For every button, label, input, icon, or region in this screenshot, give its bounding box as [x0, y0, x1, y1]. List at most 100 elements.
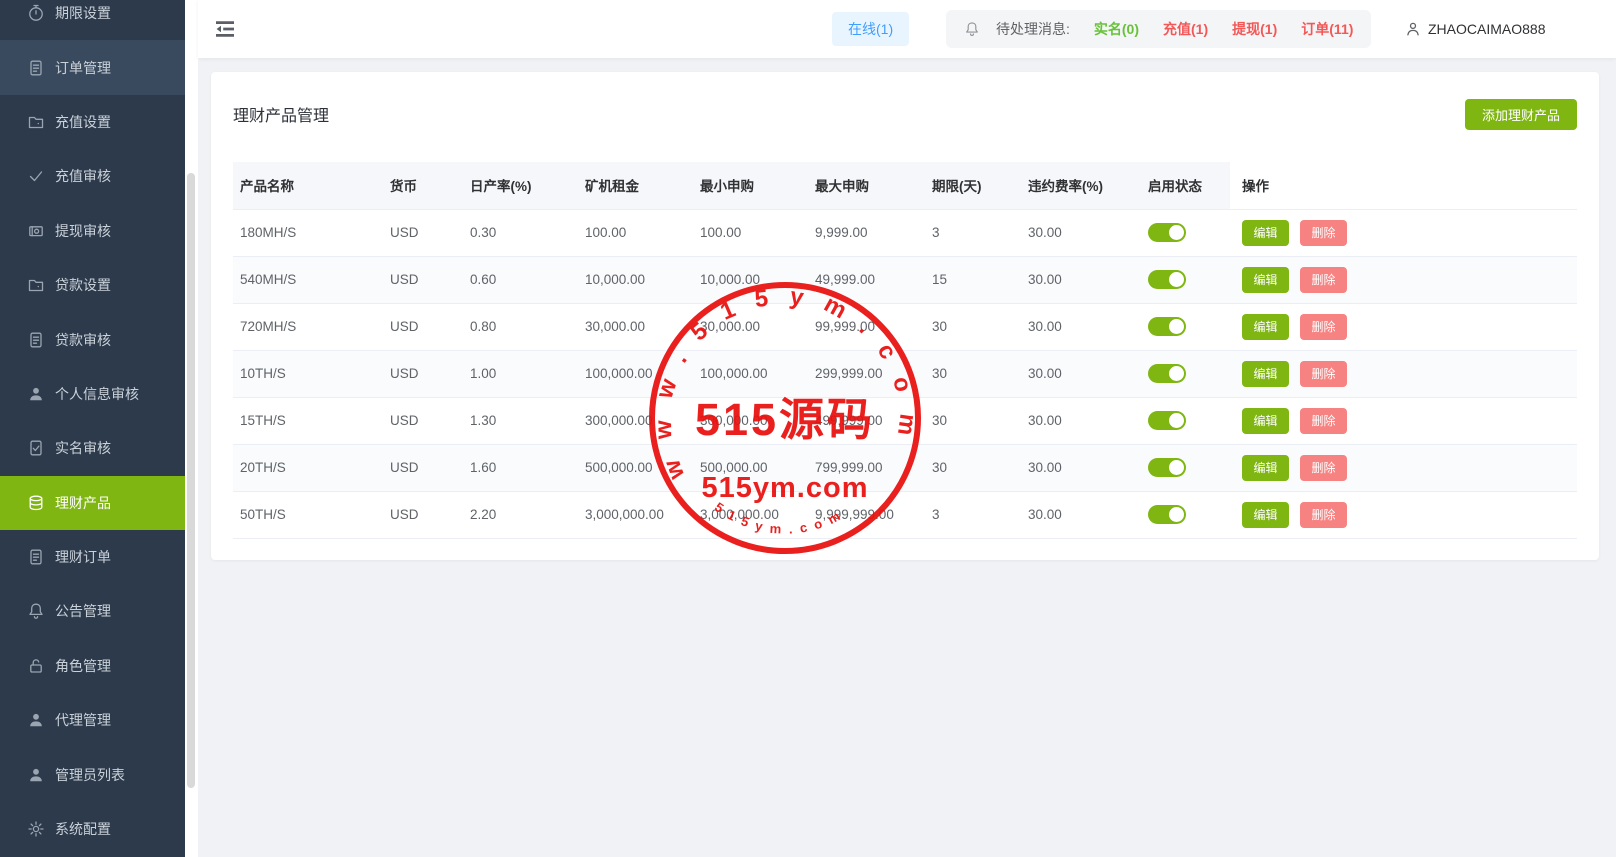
- sidebar-item-label: 期限设置: [55, 3, 111, 23]
- cell-max: 299,999.00: [815, 350, 932, 397]
- document-icon: [27, 331, 45, 349]
- cell-max: 499,999.00: [815, 397, 932, 444]
- cell-days: 30: [932, 350, 1028, 397]
- cell-days: 30: [932, 397, 1028, 444]
- cell-currency: USD: [390, 209, 470, 256]
- toggle-knob: [1169, 319, 1184, 334]
- column-header: 货币: [390, 162, 470, 209]
- sidebar-item[interactable]: 贷款审核: [0, 312, 185, 366]
- enable-toggle[interactable]: [1148, 458, 1186, 477]
- cell-rent: 3,000,000.00: [585, 491, 700, 538]
- sidebar-item-label: 代理管理: [55, 710, 111, 730]
- cell-max: 799,999.00: [815, 444, 932, 491]
- sidebar-item[interactable]: 充值审核: [0, 149, 185, 203]
- pending-item[interactable]: 实名(0): [1094, 19, 1139, 39]
- edit-button[interactable]: 编辑: [1242, 220, 1289, 246]
- cell-penalty: 30.00: [1028, 444, 1148, 491]
- cell-days: 30: [932, 444, 1028, 491]
- cell-penalty: 30.00: [1028, 491, 1148, 538]
- cell-status: [1148, 491, 1230, 538]
- check-icon: [27, 167, 45, 185]
- sidebar-item-label: 系统配置: [55, 819, 111, 839]
- cell-currency: USD: [390, 397, 470, 444]
- enable-toggle[interactable]: [1148, 364, 1186, 383]
- cell-actions: 编辑删除: [1230, 491, 1577, 538]
- sidebar-item[interactable]: 充值设置: [0, 95, 185, 149]
- sidebar-item[interactable]: 贷款设置: [0, 258, 185, 312]
- cell-min: 100.00: [700, 209, 815, 256]
- edit-button[interactable]: 编辑: [1242, 267, 1289, 293]
- document-check-icon: [27, 439, 45, 457]
- column-header: 最大申购: [815, 162, 932, 209]
- table-header-row: 产品名称货币日产率(%)矿机租金最小申购最大申购期限(天)违约费率(%)启用状态…: [233, 162, 1577, 209]
- pending-item[interactable]: 提现(1): [1232, 19, 1277, 39]
- cell-daily_rate: 1.60: [470, 444, 585, 491]
- toggle-knob: [1169, 225, 1184, 240]
- cell-actions: 编辑删除: [1230, 444, 1577, 491]
- table-row: 10TH/SUSD1.00100,000.00100,000.00299,999…: [233, 350, 1577, 397]
- sidebar-item[interactable]: 个人信息审核: [0, 367, 185, 421]
- cell-name: 10TH/S: [233, 350, 390, 397]
- enable-toggle[interactable]: [1148, 223, 1186, 242]
- sidebar-item[interactable]: 订单管理: [0, 40, 185, 94]
- cell-currency: USD: [390, 444, 470, 491]
- sidebar-item[interactable]: 期限设置: [0, 0, 185, 40]
- database-icon: [27, 494, 45, 512]
- sidebar-item-label: 理财订单: [55, 547, 111, 567]
- column-header: 启用状态: [1148, 162, 1230, 209]
- enable-toggle[interactable]: [1148, 317, 1186, 336]
- cell-actions: 编辑删除: [1230, 209, 1577, 256]
- sidebar-item[interactable]: 理财产品: [0, 476, 185, 530]
- column-header: 期限(天): [932, 162, 1028, 209]
- cell-daily_rate: 2.20: [470, 491, 585, 538]
- delete-button[interactable]: 删除: [1300, 502, 1347, 528]
- user-menu[interactable]: ZHAOCAIMAO888: [1405, 0, 1545, 58]
- cell-days: 3: [932, 209, 1028, 256]
- delete-button[interactable]: 删除: [1300, 267, 1347, 293]
- edit-button[interactable]: 编辑: [1242, 361, 1289, 387]
- sidebar-item[interactable]: 角色管理: [0, 639, 185, 693]
- sidebar-item[interactable]: 代理管理: [0, 693, 185, 747]
- sidebar-item[interactable]: 公告管理: [0, 584, 185, 638]
- delete-button[interactable]: 删除: [1300, 220, 1347, 246]
- enable-toggle[interactable]: [1148, 505, 1186, 524]
- edit-button[interactable]: 编辑: [1242, 314, 1289, 340]
- enable-toggle[interactable]: [1148, 270, 1186, 289]
- sidebar: 期限设置订单管理充值设置充值审核提现审核贷款设置贷款审核个人信息审核实名审核理财…: [0, 0, 185, 857]
- sidebar-item[interactable]: 实名审核: [0, 421, 185, 475]
- pending-item[interactable]: 充值(1): [1163, 19, 1208, 39]
- edit-button[interactable]: 编辑: [1242, 502, 1289, 528]
- cell-name: 540MH/S: [233, 256, 390, 303]
- folder-icon: [27, 276, 45, 294]
- timer-icon: [27, 4, 45, 22]
- table-body: 180MH/SUSD0.30100.00100.009,999.00330.00…: [233, 209, 1577, 538]
- collapse-menu-icon[interactable]: [215, 21, 235, 37]
- username: ZHAOCAIMAO888: [1428, 21, 1545, 37]
- delete-button[interactable]: 删除: [1300, 361, 1347, 387]
- cell-min: 100,000.00: [700, 350, 815, 397]
- user-icon: [27, 385, 45, 403]
- sidebar-item[interactable]: 管理员列表: [0, 747, 185, 801]
- enable-toggle[interactable]: [1148, 411, 1186, 430]
- sidebar-item-label: 贷款审核: [55, 330, 111, 350]
- cell-rent: 100,000.00: [585, 350, 700, 397]
- sidebar-item-label: 充值审核: [55, 166, 111, 186]
- sidebar-item[interactable]: 理财订单: [0, 530, 185, 584]
- edit-button[interactable]: 编辑: [1242, 408, 1289, 434]
- edit-button[interactable]: 编辑: [1242, 455, 1289, 481]
- delete-button[interactable]: 删除: [1300, 408, 1347, 434]
- online-count-button[interactable]: 在线(1): [832, 12, 909, 46]
- add-product-button[interactable]: 添加理财产品: [1465, 99, 1577, 130]
- cell-actions: 编辑删除: [1230, 256, 1577, 303]
- cell-penalty: 30.00: [1028, 256, 1148, 303]
- sidebar-item[interactable]: 提现审核: [0, 204, 185, 258]
- sidebar-scrollbar-thumb[interactable]: [187, 173, 195, 788]
- toggle-knob: [1169, 460, 1184, 475]
- sidebar-item-label: 公告管理: [55, 601, 111, 621]
- cell-currency: USD: [390, 491, 470, 538]
- cell-currency: USD: [390, 256, 470, 303]
- delete-button[interactable]: 删除: [1300, 314, 1347, 340]
- sidebar-item[interactable]: 系统配置: [0, 802, 185, 856]
- delete-button[interactable]: 删除: [1300, 455, 1347, 481]
- pending-item[interactable]: 订单(11): [1301, 19, 1353, 39]
